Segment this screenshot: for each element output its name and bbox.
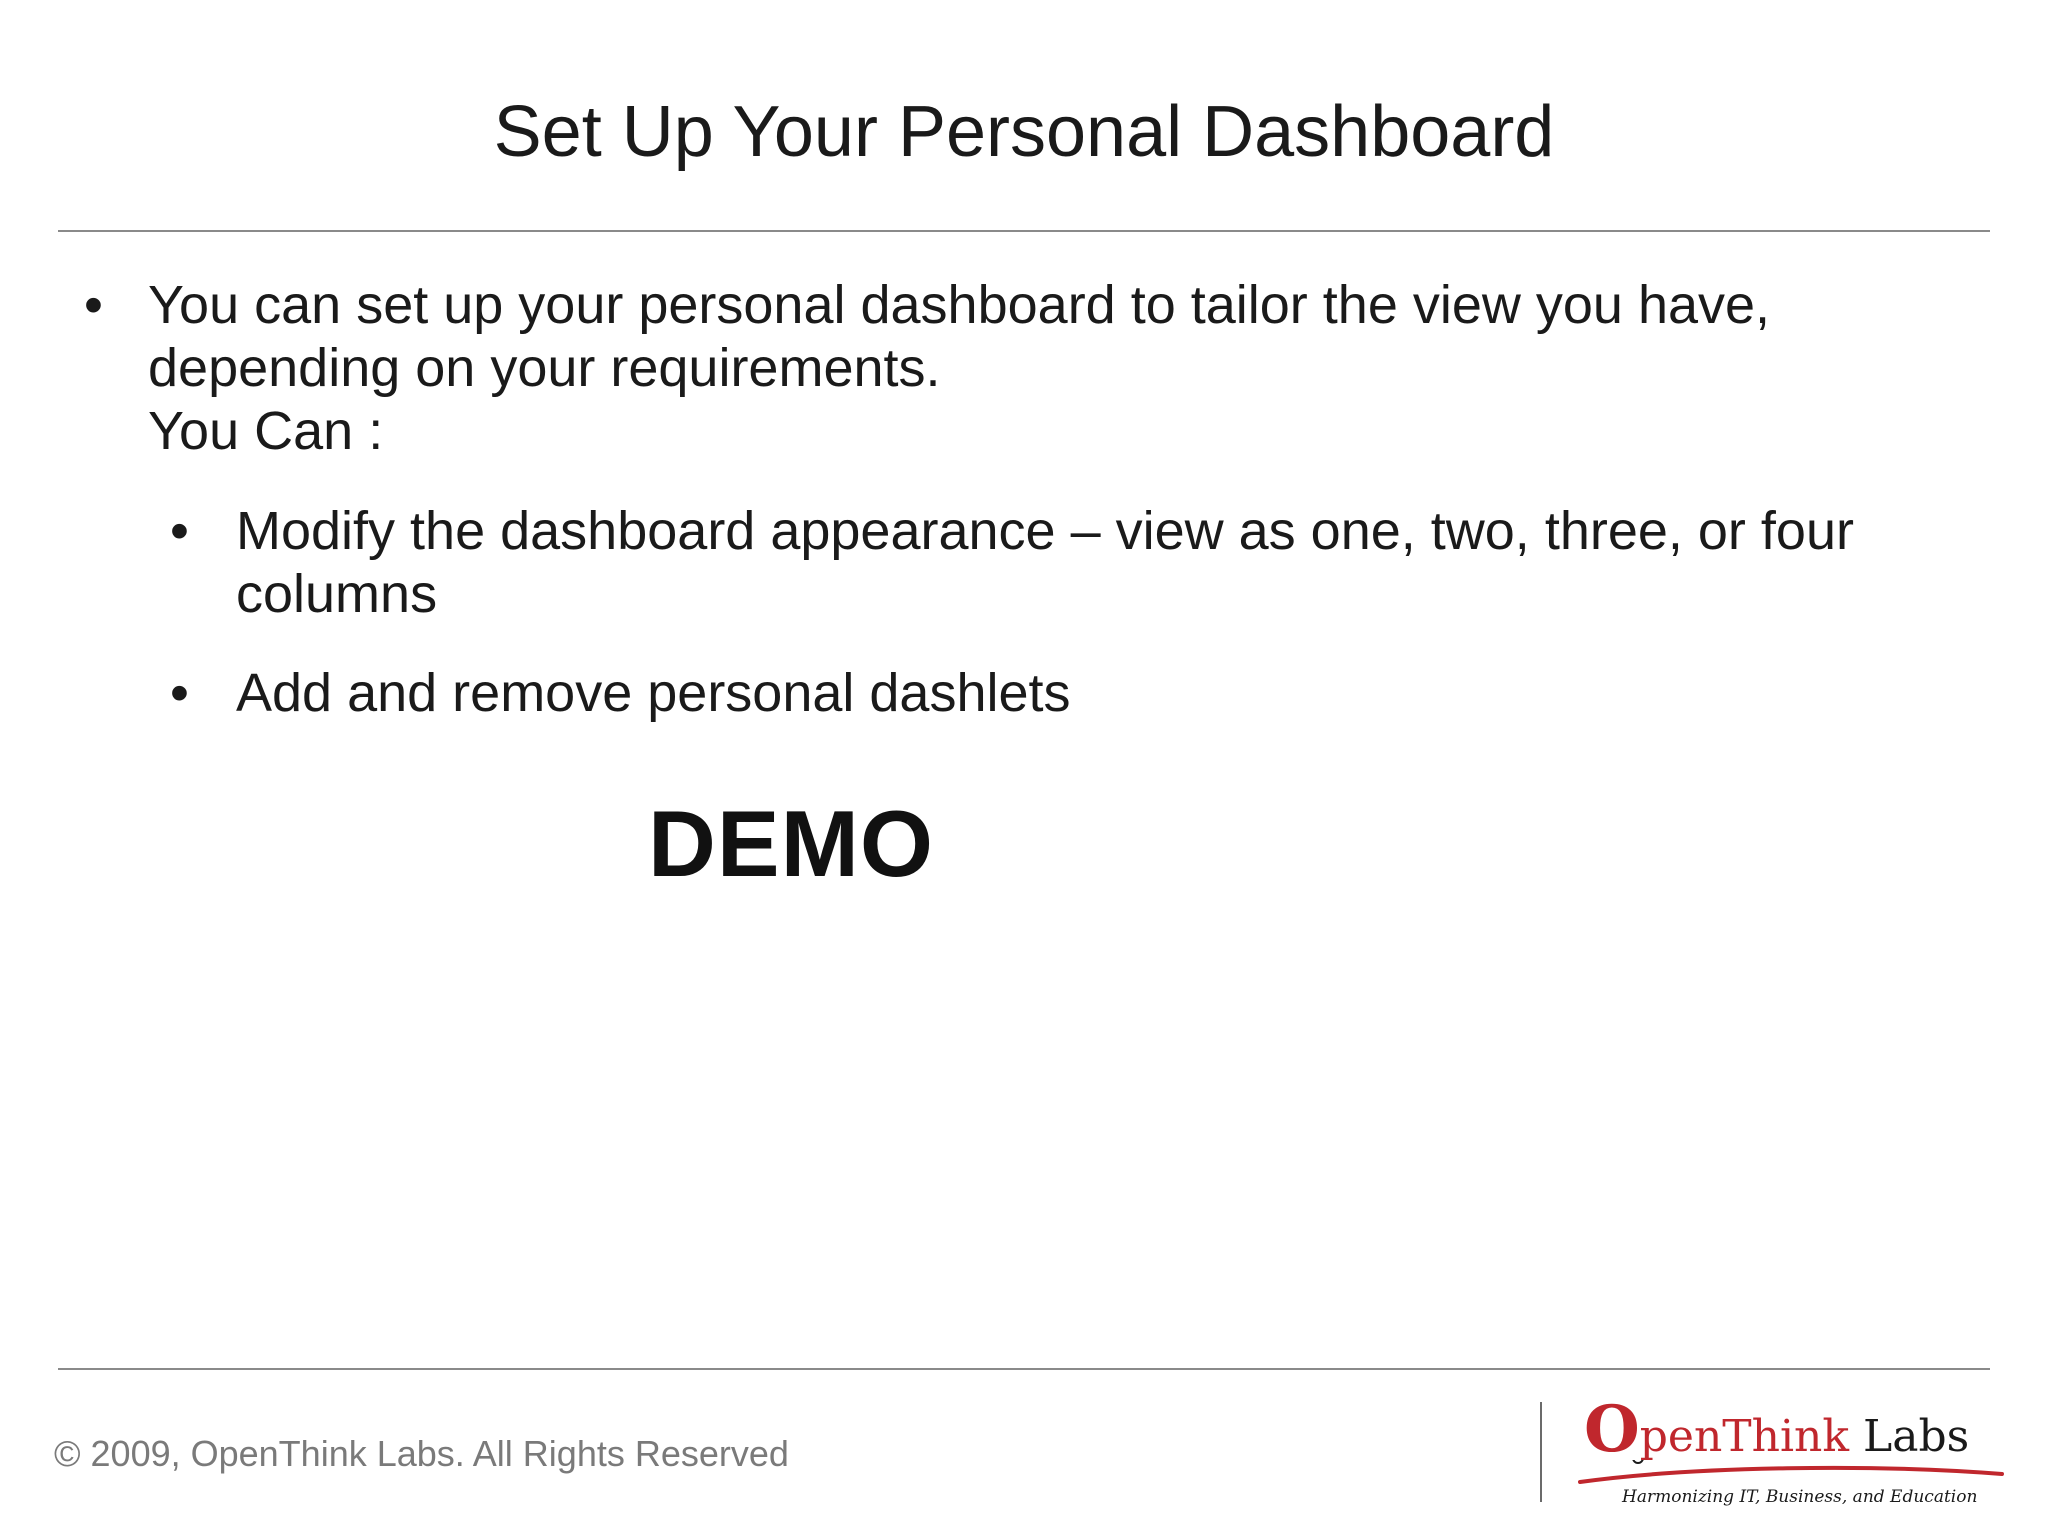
- sub-bullet-line: Modify the dashboard appearance – view a…: [236, 501, 1854, 561]
- footer-vertical-separator: [1540, 1402, 1542, 1502]
- logo-name-dark: Labs: [1849, 1411, 1970, 1462]
- bullet-marker: •: [170, 501, 189, 561]
- slide-title: Set Up Your Personal Dashboard: [493, 92, 1555, 172]
- main-bullet-line: You can set up your personal dashboard t…: [148, 275, 1771, 335]
- copyright-notice: © 2009, OpenThink Labs. All Rights Reser…: [54, 1433, 789, 1474]
- title-divider: [58, 230, 1990, 232]
- main-bullet-line: depending on your requirements.: [148, 338, 941, 398]
- logo-wordmark: OpenThink Labs: [1584, 1398, 1970, 1465]
- sub-bullet-text: Add and remove personal dashlets: [236, 662, 1970, 725]
- footer-divider-line: [58, 1368, 1990, 1370]
- bullet-marker: •: [170, 663, 189, 723]
- logo-name-red: penThink: [1639, 1411, 1850, 1462]
- bullet-marker: •: [84, 275, 103, 335]
- sub-bullet-line: columns: [236, 564, 438, 624]
- main-bullet-line: You Can :: [148, 401, 384, 461]
- logo-o-letter: O: [1584, 1392, 1640, 1467]
- logo-tagline: Harmonizing IT, Business, and Education: [1622, 1487, 1978, 1507]
- sub-bullet-text: Modify the dashboard appearance – view a…: [236, 500, 1970, 626]
- main-bullet-text: You can set up your personal dashboard t…: [148, 274, 1948, 463]
- demo-label: DEMO: [648, 791, 934, 896]
- openthink-labs-logo: OpenThink Labs Harmonizing IT, Business,…: [1576, 1398, 2006, 1520]
- sub-bullet-line: Add and remove personal dashlets: [236, 663, 1071, 723]
